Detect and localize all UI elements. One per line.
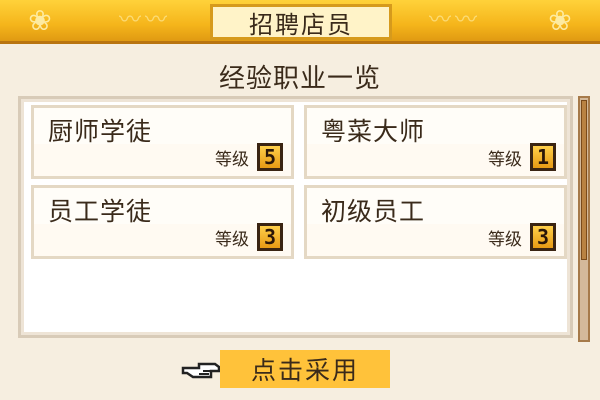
job-card-cantonese-master[interactable]: 粤菜大师 等级 1	[304, 105, 567, 179]
section-heading: 经验职业一览	[218, 64, 381, 94]
job-name: 初级员工	[321, 197, 426, 226]
title-plate: 招聘店员	[210, 4, 392, 40]
swirl-ornament-icon: ❀	[28, 4, 52, 37]
job-list: 厨师学徒 等级 5 粤菜大师 等级 1 员工学徒 等级 3 初级员工 等级 3	[18, 96, 573, 338]
level-badge: 3	[530, 223, 556, 251]
job-name: 粤菜大师	[321, 117, 426, 146]
level-label: 等级	[488, 149, 522, 170]
job-card-staff-apprentice[interactable]: 员工学徒 等级 3	[31, 185, 294, 259]
level-badge: 3	[257, 223, 283, 251]
level-label: 等级	[215, 229, 249, 250]
scrollbar-thumb[interactable]	[581, 100, 587, 260]
job-card-chef-apprentice[interactable]: 厨师学徒 等级 5	[31, 105, 294, 179]
level-badge: 5	[257, 143, 283, 171]
cloud-ornament-icon: 〰〰	[118, 8, 171, 33]
job-name: 厨师学徒	[48, 117, 153, 146]
level-row: 等级 1	[488, 143, 556, 171]
level-row: 等级 3	[488, 223, 556, 251]
job-name: 员工学徒	[48, 197, 153, 226]
header-bar: ❀ 〰〰 招聘店员 〰〰 ❀	[0, 0, 600, 44]
pointing-hand-icon	[180, 354, 222, 384]
scrollbar[interactable]	[578, 96, 590, 342]
level-badge: 1	[530, 143, 556, 171]
cloud-ornament-icon: 〰〰	[428, 8, 481, 33]
level-label: 等级	[215, 149, 249, 170]
adopt-button[interactable]: 点击采用	[220, 350, 390, 388]
level-row: 等级 3	[215, 223, 283, 251]
job-card-junior-staff[interactable]: 初级员工 等级 3	[304, 185, 567, 259]
adopt-action: 点击采用	[180, 350, 390, 388]
swirl-ornament-icon: ❀	[548, 4, 572, 37]
page-title: 招聘店员	[249, 10, 353, 39]
level-row: 等级 5	[215, 143, 283, 171]
level-label: 等级	[488, 229, 522, 250]
